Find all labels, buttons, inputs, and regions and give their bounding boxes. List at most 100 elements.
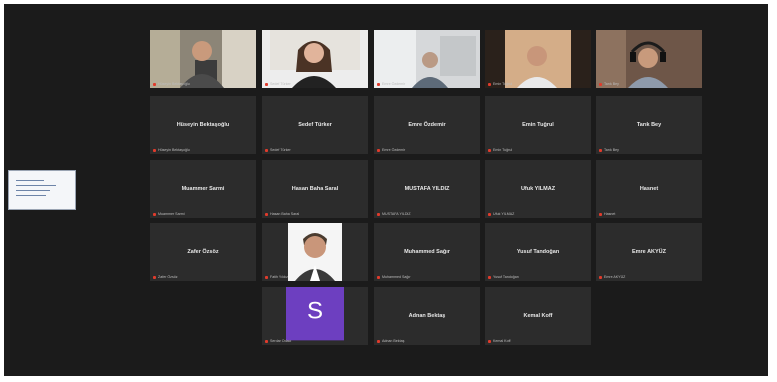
participant-tile[interactable]: Emin Tuğrul [485, 30, 591, 88]
participant-label: Yusuf Tandoğan [488, 275, 519, 279]
participant-center-name: Adnan Bektaş [408, 313, 446, 319]
mic-muted-icon [488, 212, 491, 216]
shared-screen-thumbnail[interactable] [8, 170, 76, 210]
participant-label-text: Adnan Bektaş [382, 339, 405, 343]
mic-muted-icon [377, 339, 380, 343]
participant-label-text: Hüseyin Bektaşoğlu [158, 82, 190, 86]
participant-label-text: MUSTAFA YILDIZ [382, 212, 411, 216]
mic-muted-icon [265, 148, 268, 152]
participant-tile[interactable]: Emre Özdemir [374, 30, 480, 88]
thumb-line [16, 190, 50, 191]
participant-tile[interactable]: Muammer Sarmi Muammer Sarmi [150, 160, 256, 218]
participant-center-name: Muhammed Sağır [404, 249, 450, 255]
participant-tile[interactable]: Emin Tuğrul Emin Tuğrul [485, 96, 591, 154]
mic-muted-icon [599, 82, 602, 86]
participant-tile[interactable]: Emre Özdemir Emre Özdemir [374, 96, 480, 154]
participant-label-text: Emin Tuğrul [493, 82, 513, 86]
participant-label-text: Hasnet [604, 212, 616, 216]
participant-label-text: Emre Özdemir [382, 82, 406, 86]
participant-label-text: Zafer Özsöz [158, 275, 178, 279]
participant-label: Zafer Özsöz [153, 275, 178, 279]
participant-tile[interactable]: Emre AKYÜZ Emre AKYÜZ [596, 223, 702, 281]
participant-label-text: Kemal Koff [493, 339, 511, 343]
mic-muted-icon [153, 82, 156, 86]
participant-tile[interactable]: Fatih Yıldız [262, 223, 368, 281]
participant-label: Ufuk YILMAZ [488, 212, 514, 216]
mic-muted-icon [599, 148, 602, 152]
participant-tile[interactable]: S Serdar Odacı [262, 287, 368, 345]
participant-video [262, 223, 368, 281]
participant-center-name: Emin Tuğrul [522, 122, 554, 128]
participant-tile[interactable]: MUSTAFA YILDIZ MUSTAFA YILDIZ [374, 160, 480, 218]
participant-tile[interactable]: Yusuf Tandoğan Yusuf Tandoğan [485, 223, 591, 281]
participant-label: Hüseyin Bektaşoğlu [153, 82, 190, 86]
participant-tile[interactable]: Sedef Türker [262, 30, 368, 88]
participant-label-text: Serdar Odacı [270, 339, 292, 343]
participant-label: Muammer Sarmi [153, 212, 185, 216]
mic-muted-icon [265, 212, 268, 216]
participant-label-text: Yusuf Tandoğan [493, 275, 519, 279]
participant-label: Emin Tuğrul [488, 82, 512, 86]
participant-tile[interactable]: Muhammed Sağır Muhammed Sağır [374, 223, 480, 281]
mic-muted-icon [377, 148, 380, 152]
participant-tile[interactable]: Kemal Koff Kemal Koff [485, 287, 591, 345]
participant-label: Emre Özdemir [377, 148, 405, 152]
participant-center-name: Ufuk YILMAZ [520, 186, 556, 192]
participant-tile[interactable]: Zafer Özsöz Zafer Özsöz [150, 223, 256, 281]
mic-muted-icon [377, 82, 380, 86]
participant-center-name: Hasnet [639, 186, 659, 192]
participant-tile[interactable]: Tarık Bey Tarık Bey [596, 96, 702, 154]
mic-muted-icon [265, 275, 268, 279]
participant-tile[interactable]: Tarık Bey [596, 30, 702, 88]
participant-tile[interactable]: Hasnet Hasnet [596, 160, 702, 218]
participant-center-name: Kemal Koff [523, 313, 553, 319]
participant-label: Emre Özdemir [377, 82, 405, 86]
participant-label-text: Hasan Baha Saral [270, 212, 300, 216]
participant-tile[interactable]: Hasan Baha Saral Hasan Baha Saral [262, 160, 368, 218]
participant-video [485, 30, 591, 88]
participant-label: Adnan Bektaş [377, 339, 404, 343]
mic-muted-icon [153, 148, 156, 152]
participant-tile[interactable]: Hüseyin Bektaşoğlu Hüseyin Bektaşoğlu [150, 96, 256, 154]
mic-muted-icon [153, 212, 156, 216]
participant-video [262, 30, 368, 88]
participant-tile[interactable]: Sedef Türker Sedef Türker [262, 96, 368, 154]
thumb-line [16, 180, 44, 181]
participant-label-text: Sedef Türker [270, 148, 291, 152]
participant-label: Muhammed Sağır [377, 275, 411, 279]
participant-label: Emin Tuğrul [488, 148, 512, 152]
mic-muted-icon [153, 275, 156, 279]
participant-label: Tarık Bey [599, 148, 619, 152]
participant-center-name: Sedef Türker [298, 122, 332, 128]
participant-video [150, 30, 256, 88]
mic-muted-icon [488, 275, 491, 279]
mic-muted-icon [488, 82, 491, 86]
participant-label-text: Tarık Bey [604, 148, 619, 152]
participant-center-name: Hasan Baha Saral [291, 186, 339, 192]
participant-label: Sedef Türker [265, 82, 291, 86]
participant-label: Hüseyin Bektaşoğlu [153, 148, 190, 152]
participant-center-name: Muammer Sarmi [181, 186, 225, 192]
mic-muted-icon [377, 212, 380, 216]
mic-muted-icon [599, 212, 602, 216]
participant-label: Sedef Türker [265, 148, 291, 152]
participant-label: Emre AKYÜZ [599, 275, 625, 279]
participant-label-text: Emre Özdemir [382, 148, 406, 152]
participant-label: Hasan Baha Saral [265, 212, 299, 216]
meeting-gallery: Hüseyin Bektaşoğlu Sedef Türker Emre Özd… [4, 4, 768, 376]
participant-label: Serdar Odacı [265, 339, 291, 343]
participant-tile[interactable]: Adnan Bektaş Adnan Bektaş [374, 287, 480, 345]
thumb-line [16, 185, 56, 186]
participant-label-text: Sedef Türker [270, 82, 291, 86]
participant-label: MUSTAFA YILDIZ [377, 212, 411, 216]
participant-tile[interactable]: Ufuk YILMAZ Ufuk YILMAZ [485, 160, 591, 218]
thumb-line [16, 195, 46, 196]
participant-label-text: Emre AKYÜZ [604, 275, 626, 279]
mic-muted-icon [265, 82, 268, 86]
mic-muted-icon [599, 275, 602, 279]
participant-video [596, 30, 702, 88]
participant-center-name: Zafer Özsöz [187, 249, 219, 255]
mic-muted-icon [488, 339, 491, 343]
participant-center-name: MUSTAFA YILDIZ [404, 186, 450, 192]
participant-tile[interactable]: Hüseyin Bektaşoğlu [150, 30, 256, 88]
